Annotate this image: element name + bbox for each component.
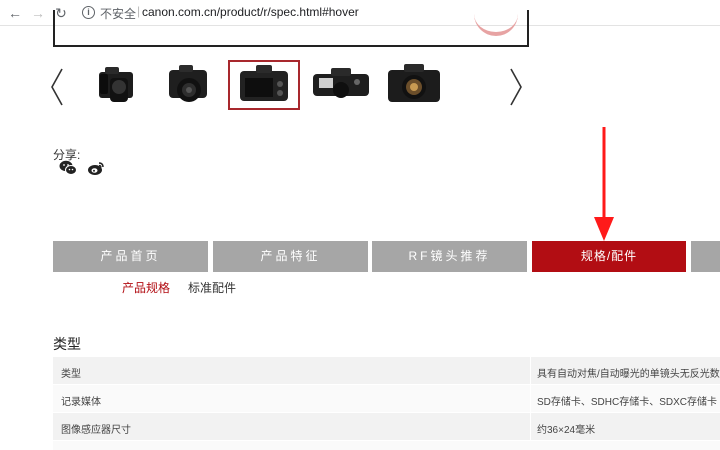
camera-top-icon xyxy=(313,68,369,98)
spec-value: 具有自动对焦/自动曝光的单镜头无反光数码 xyxy=(537,369,720,380)
spec-key: 记录媒体 xyxy=(61,397,101,408)
tab-product-home[interactable]: 产品首页 xyxy=(53,241,208,272)
spec-key: 类型 xyxy=(61,369,81,380)
thumbnail-camera-angle-lens[interactable] xyxy=(155,60,227,110)
camera-angle-lens-icon xyxy=(169,65,207,102)
red-arrow-icon xyxy=(594,127,614,241)
tab-partial[interactable] xyxy=(691,241,720,272)
tab-product-features[interactable]: 产品特征 xyxy=(213,241,368,272)
tab-rf-lens[interactable]: RF镜头推荐 xyxy=(372,241,527,272)
thumbnail-camera-front-lens[interactable] xyxy=(83,60,155,110)
weibo-icon[interactable] xyxy=(87,160,105,176)
carousel-next-icon[interactable] xyxy=(509,68,523,106)
back-arrow-icon[interactable]: ← xyxy=(6,4,24,22)
column-divider xyxy=(530,357,531,384)
thumbnail-camera-back-screen[interactable] xyxy=(228,60,300,110)
wechat-icon[interactable] xyxy=(59,160,77,176)
main-image-frame xyxy=(53,10,529,47)
spec-value: SD存储卡、SDHC存储卡、SDXC存储卡 ※ xyxy=(537,397,720,408)
table-row: 类型 具有自动对焦/自动曝光的单镜头无反光数码 xyxy=(53,357,720,384)
subtab-standard-accessories[interactable]: 标准配件 xyxy=(188,279,236,296)
tab-spec-accessories[interactable]: 规格/配件 xyxy=(532,241,686,272)
thumbnail-camera-front-body[interactable] xyxy=(380,60,452,110)
table-row xyxy=(53,441,720,450)
thumbnail-camera-top[interactable] xyxy=(305,60,377,110)
camera-front-body-icon xyxy=(388,64,440,102)
page: ← → ↻ i 不安全 | canon.com.cn/product/r/spe… xyxy=(0,0,720,450)
spec-value: 约36×24毫米 xyxy=(537,425,596,436)
table-row: 图像感应器尺寸 约36×24毫米 xyxy=(53,413,720,440)
forward-arrow-icon[interactable]: → xyxy=(29,4,47,22)
column-divider xyxy=(530,413,531,440)
section-title: 类型 xyxy=(53,336,81,352)
camera-front-lens-icon xyxy=(99,67,133,102)
column-divider xyxy=(530,385,531,412)
camera-back-screen-icon xyxy=(240,65,288,101)
table-row: 记录媒体 SD存储卡、SDHC存储卡、SDXC存储卡 ※ xyxy=(53,385,720,412)
spec-key: 图像感应器尺寸 xyxy=(61,425,131,436)
carousel-prev-icon[interactable] xyxy=(50,68,64,106)
subtab-product-spec[interactable]: 产品规格 xyxy=(122,279,170,296)
